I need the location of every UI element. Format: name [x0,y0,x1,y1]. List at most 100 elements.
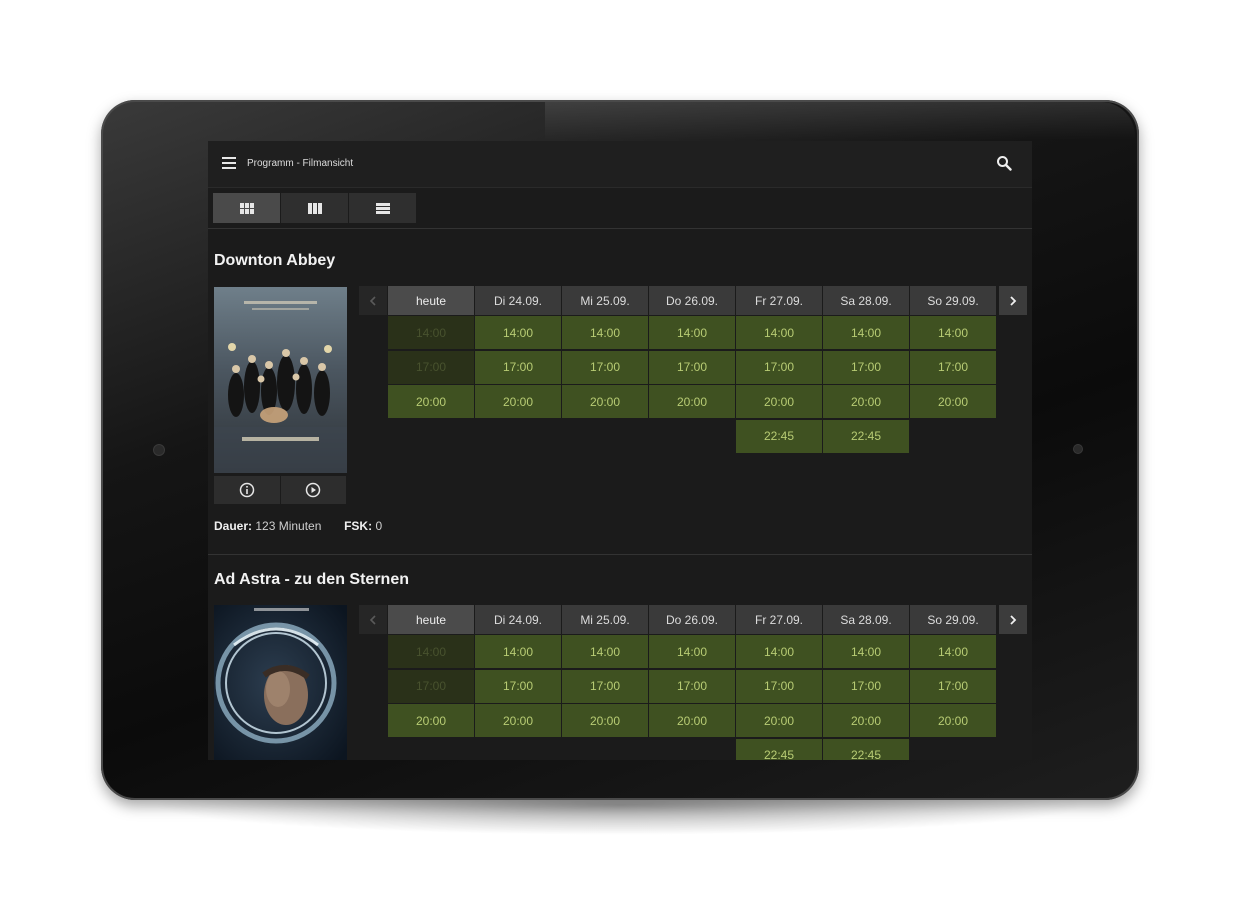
showtime-slot[interactable]: 20:00 [562,385,648,418]
list-view-icon [375,202,390,214]
showtime-slot[interactable]: 17:00 [475,350,561,384]
fsk-label: FSK: [344,519,373,533]
play-icon [306,482,321,498]
day-tab[interactable]: Di 24.09. [475,605,561,634]
day-tab[interactable]: So 29.09. [910,605,996,634]
day-tab[interactable]: heute [388,286,474,315]
day-tab[interactable]: Sa 28.09. [823,286,909,315]
day-tab[interactable]: Di 24.09. [475,286,561,315]
showtime-slot[interactable]: 14:00 [475,316,561,349]
showtime-slot[interactable]: 17:00 [910,669,996,703]
showtime-slot[interactable]: 20:00 [910,385,996,418]
day-tab[interactable]: Mi 25.09. [562,605,648,634]
showtime-slot[interactable]: 22:45 [823,419,909,453]
showtime-slot[interactable]: 20:00 [388,385,474,418]
showtime-schedule: heute 14:00 17:00 20:00 Di 24.09. 14:00 17:00 2… [359,605,1028,760]
day-tab[interactable]: Do 26.09. [649,605,735,634]
showtime-slot[interactable]: 17:00 [736,669,822,703]
showtime-slot[interactable]: 14:00 [562,635,648,668]
showtime-slot[interactable]: 17:00 [823,350,909,384]
showtime-slot[interactable]: 20:00 [475,704,561,737]
breadcrumb: Programm - Filmansicht [247,158,354,169]
showtime-slot[interactable]: 22:45 [823,738,909,760]
showtime-slot[interactable]: 17:00 [562,669,648,703]
day-tab[interactable]: So 29.09. [910,286,996,315]
showtime-slot[interactable]: 20:00 [823,704,909,737]
list-view-button[interactable] [349,193,416,223]
search-icon[interactable] [996,155,1012,171]
showtime-slot[interactable]: 14:00 [823,316,909,349]
showtime-slot[interactable]: 17:00 [823,669,909,703]
showtime-slot[interactable]: 20:00 [388,704,474,737]
showtime-slot: 17:00 [388,350,474,384]
divider [208,554,1032,555]
showtime-slot[interactable]: 14:00 [562,316,648,349]
trailer-button[interactable] [280,476,346,504]
info-button[interactable] [214,476,280,504]
chevron-right-icon [1010,614,1017,625]
showtime-slot[interactable]: 14:00 [910,316,996,349]
day-tab[interactable]: Do 26.09. [649,286,735,315]
view-mode-toggle [213,193,417,223]
showtime-schedule: heute 14:00 17:00 20:00 Di 24.09. 14:00 17:00 2… [359,286,1028,456]
front-sensor [1074,445,1082,453]
showtime-slot[interactable]: 17:00 [736,350,822,384]
showtime-slot[interactable]: 20:00 [475,385,561,418]
duration-value: 123 Minuten [255,519,322,533]
grid-view-button[interactable] [213,193,280,223]
chevron-left-icon [369,614,376,625]
showtime-slot[interactable]: 22:45 [736,419,822,453]
day-tab[interactable]: Sa 28.09. [823,605,909,634]
day-tab[interactable]: Fr 27.09. [736,605,822,634]
front-camera [154,445,164,455]
day-tab[interactable]: Mi 25.09. [562,286,648,315]
showtime-slot: 14:00 [388,316,474,349]
showtime-slot[interactable]: 14:00 [910,635,996,668]
showtime-slot[interactable]: 17:00 [649,669,735,703]
schedule-next-button[interactable] [999,605,1027,634]
showtime-slot[interactable]: 17:00 [649,350,735,384]
showtime-slot[interactable]: 20:00 [562,704,648,737]
grid-view-icon [239,202,254,214]
movie-title[interactable]: Ad Astra - zu den Sternen [214,571,409,589]
poster-actions [214,476,347,504]
movie-title[interactable]: Downton Abbey [214,252,335,270]
showtime-slot[interactable]: 17:00 [562,350,648,384]
top-app-bar: Programm - Filmansicht [208,141,1032,188]
showtime-slot[interactable]: 20:00 [649,704,735,737]
showtime-slot[interactable]: 17:00 [475,669,561,703]
column-view-icon [307,202,322,214]
schedule-next-button[interactable] [999,286,1027,315]
showtime-slot[interactable]: 17:00 [910,350,996,384]
showtime-slot[interactable]: 20:00 [736,385,822,418]
menu-icon[interactable] [222,157,236,169]
day-tab[interactable]: heute [388,605,474,634]
showtime-slot[interactable]: 22:45 [736,738,822,760]
showtime-slot[interactable]: 20:00 [736,704,822,737]
chevron-right-icon [1010,295,1017,306]
info-icon [239,482,254,498]
showtime-slot[interactable]: 14:00 [475,635,561,668]
showtime-slot[interactable]: 20:00 [649,385,735,418]
chevron-left-icon [369,295,376,306]
showtime-slot: 14:00 [388,635,474,668]
day-tab[interactable]: Fr 27.09. [736,286,822,315]
schedule-prev-button[interactable] [359,286,387,315]
showtime-slot[interactable]: 14:00 [649,316,735,349]
column-view-button[interactable] [281,193,348,223]
movie-poster[interactable] [214,605,347,760]
showtime-slot[interactable]: 14:00 [736,316,822,349]
showtime-slot[interactable]: 14:00 [649,635,735,668]
app-screen: Programm - Filmansicht Downton Abbey Dau… [208,141,1032,760]
divider [208,228,1032,229]
movie-poster[interactable] [214,287,347,473]
tablet-shine [545,102,1135,140]
movie-info: Dauer: 123 Minuten FSK: 0 [214,519,382,533]
fsk-value: 0 [375,519,383,533]
showtime-slot[interactable]: 20:00 [823,385,909,418]
duration-label: Dauer: [214,519,253,533]
showtime-slot[interactable]: 14:00 [736,635,822,668]
showtime-slot[interactable]: 20:00 [910,704,996,737]
showtime-slot[interactable]: 14:00 [823,635,909,668]
schedule-prev-button[interactable] [359,605,387,634]
